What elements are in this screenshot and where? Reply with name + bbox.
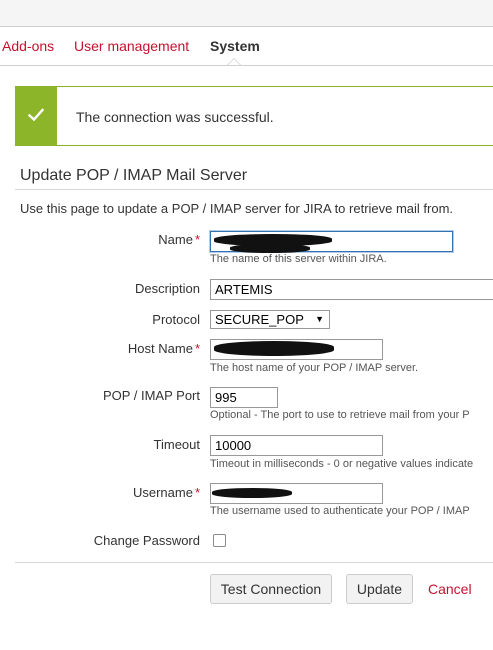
redacted-username	[212, 488, 292, 498]
admin-tabs: Add-ons User management System	[0, 27, 493, 66]
cancel-link[interactable]: Cancel	[428, 580, 472, 598]
test-connection-button[interactable]: Test Connection	[210, 574, 332, 604]
protocol-label-text: Protocol	[152, 312, 200, 327]
timeout-help: Timeout in milliseconds - 0 or negative …	[210, 458, 474, 470]
port-input[interactable]: 995	[210, 387, 278, 408]
description-label: Description	[0, 281, 200, 297]
protocol-select-value: SECURE_POP	[215, 312, 304, 327]
redacted-host-name	[214, 341, 334, 356]
success-message-text: The connection was successful.	[76, 109, 274, 125]
timeout-input[interactable]: 10000	[210, 435, 383, 456]
name-label: Name *	[0, 232, 200, 248]
description-input[interactable]: ARTEMIS	[210, 279, 493, 300]
redacted-name-scribble	[230, 244, 310, 253]
tab-system[interactable]: System	[210, 37, 260, 55]
host-name-label-text: Host Name	[127, 341, 193, 356]
active-tab-indicator	[227, 58, 241, 65]
change-password-checkbox[interactable]	[213, 534, 226, 547]
username-label: Username *	[0, 485, 200, 501]
success-icon-box	[16, 87, 57, 145]
protocol-select[interactable]: SECURE_POP ▼	[210, 310, 330, 329]
page-title: Update POP / IMAP Mail Server	[20, 167, 248, 184]
host-name-label: Host Name *	[0, 341, 200, 357]
required-marker: *	[194, 232, 200, 247]
update-button[interactable]: Update	[346, 574, 413, 604]
page-description: Use this page to update a POP / IMAP ser…	[20, 201, 454, 216]
port-label-text: POP / IMAP Port	[102, 388, 200, 403]
change-password-label-text: Change Password	[93, 533, 200, 548]
title-divider	[15, 189, 493, 190]
description-label-text: Description	[134, 281, 200, 296]
header-strip	[0, 0, 493, 27]
name-help: The name of this server within JIRA.	[210, 253, 387, 265]
username-help: The username used to authenticate your P…	[210, 505, 470, 517]
port-help: Optional - The port to use to retrieve m…	[210, 409, 470, 421]
host-name-help: The host name of your POP / IMAP server.	[210, 362, 419, 374]
success-message: The connection was successful.	[15, 86, 493, 146]
protocol-label: Protocol	[0, 312, 200, 328]
port-label: POP / IMAP Port	[0, 388, 200, 404]
dropdown-arrow-icon: ▼	[315, 314, 324, 324]
change-password-label: Change Password	[0, 533, 200, 549]
tab-add-ons[interactable]: Add-ons	[2, 37, 54, 55]
tab-user-management[interactable]: User management	[74, 37, 189, 55]
required-marker: *	[194, 485, 200, 500]
name-label-text: Name	[158, 232, 193, 247]
timeout-label: Timeout	[0, 437, 200, 453]
username-label-text: Username	[132, 485, 193, 500]
timeout-label-text: Timeout	[153, 437, 200, 452]
required-marker: *	[194, 341, 200, 356]
button-divider	[15, 562, 493, 563]
checkmark-icon	[28, 108, 44, 122]
